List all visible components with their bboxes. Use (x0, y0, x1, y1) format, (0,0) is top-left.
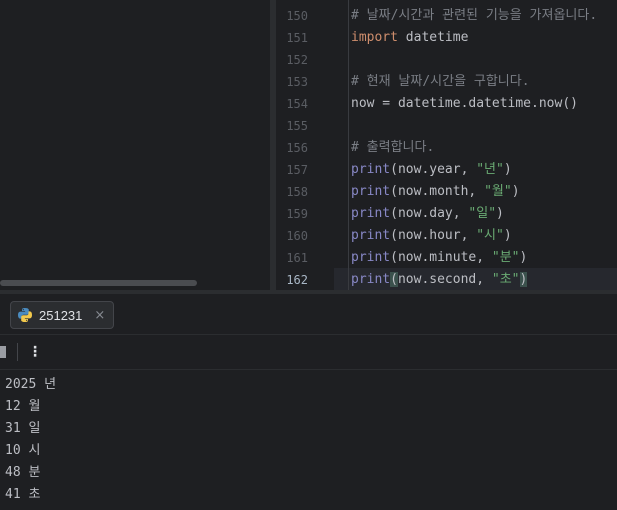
string-literal: "년" (476, 162, 504, 177)
console-line: 48 분 (5, 465, 41, 480)
code-line-158[interactable]: print(now.month, "월") (351, 181, 520, 203)
console-output[interactable]: 2025 년 12 월 31 일 10 시 48 분 41 초 (0, 370, 617, 510)
builtin-print: print (351, 184, 391, 199)
code-line-153[interactable]: # 현재 날짜/시간을 구합니다. (351, 71, 530, 93)
code-args: (now.minute, (390, 250, 492, 265)
builtin-print: print (351, 162, 391, 177)
code-args: (now.day, (390, 206, 469, 221)
run-tab-251231[interactable]: 251231 × (10, 301, 115, 329)
more-options-icon[interactable]: ⋮ (28, 341, 42, 363)
run-tab-label: 251231 (39, 307, 83, 323)
line-number: 161 (286, 251, 308, 265)
string-literal: "분" (491, 250, 520, 265)
code-line-150[interactable]: # 날짜/시간과 관련된 기능을 가져옵니다. (351, 5, 597, 27)
stop-button[interactable] (0, 346, 6, 358)
line-number-gutter: 150 151 152 153 154 155 156 157 158 159 … (276, 0, 334, 290)
line-number: 150 (286, 9, 308, 23)
line-number: 156 (286, 141, 308, 155)
code-paren: ) (503, 228, 512, 243)
line-number: 160 (286, 229, 308, 243)
line-number-current: 162 (286, 273, 308, 287)
code-paren: ) (511, 184, 520, 199)
code-paren: ) (496, 206, 504, 221)
line-number: 151 (286, 31, 308, 45)
builtin-print: print (351, 206, 391, 221)
console-line: 2025 년 (5, 377, 57, 392)
left-editor-pane[interactable] (0, 0, 270, 290)
code-line-157[interactable]: print(now.year, "년") (351, 159, 512, 181)
line-number: 158 (286, 185, 308, 199)
builtin-print: print (351, 272, 391, 287)
code-args: (now.month, (390, 184, 485, 199)
code-paren: ) (519, 250, 528, 265)
string-literal: "시" (476, 228, 504, 243)
line-number: 155 (286, 119, 308, 133)
module-name: datetime (397, 30, 469, 45)
close-icon[interactable]: × (94, 308, 105, 323)
line-number: 152 (286, 53, 308, 67)
console-line: 31 일 (5, 421, 41, 436)
code-paren: ) (503, 162, 512, 177)
toolbar-separator (17, 343, 18, 361)
python-icon (18, 308, 32, 322)
indent-guide (348, 0, 349, 290)
builtin-print: print (351, 228, 391, 243)
code-line-156[interactable]: # 출력합니다. (351, 137, 434, 159)
code-line-161[interactable]: print(now.minute, "분") (351, 247, 527, 269)
console-line: 41 초 (5, 487, 41, 502)
matched-bracket-close: ) (519, 272, 528, 287)
run-tab-bar: 251231 × (0, 294, 617, 335)
console-line: 10 시 (5, 443, 41, 458)
line-number: 159 (286, 207, 308, 221)
code-line-154[interactable]: now = datetime.datetime.now() (351, 93, 578, 115)
code-args: (now.year, (390, 162, 477, 177)
matched-bracket-open: ( (390, 272, 398, 287)
console-line: 12 월 (5, 399, 41, 414)
code-args: (now.hour, (390, 228, 477, 243)
code-editor[interactable]: # 날짜/시간과 관련된 기능을 가져옵니다. import datetime … (334, 0, 617, 290)
string-literal: "초" (491, 272, 520, 287)
code-line-160[interactable]: print(now.hour, "시") (351, 225, 512, 247)
keyword-import: import (351, 30, 398, 45)
builtin-print: print (351, 250, 391, 265)
code-args: now.second, (397, 272, 492, 287)
code-line-151[interactable]: import datetime (351, 27, 468, 49)
line-number: 154 (286, 97, 308, 111)
string-literal: "월" (484, 184, 512, 199)
line-number: 157 (286, 163, 308, 177)
string-literal: "일" (468, 206, 497, 221)
run-toolbar: ⋮ (0, 335, 617, 370)
code-line-162[interactable]: print(now.second, "초") (351, 269, 528, 290)
horizontal-scrollbar[interactable] (0, 280, 197, 286)
code-line-159[interactable]: print(now.day, "일") (351, 203, 504, 225)
line-number: 153 (286, 75, 308, 89)
